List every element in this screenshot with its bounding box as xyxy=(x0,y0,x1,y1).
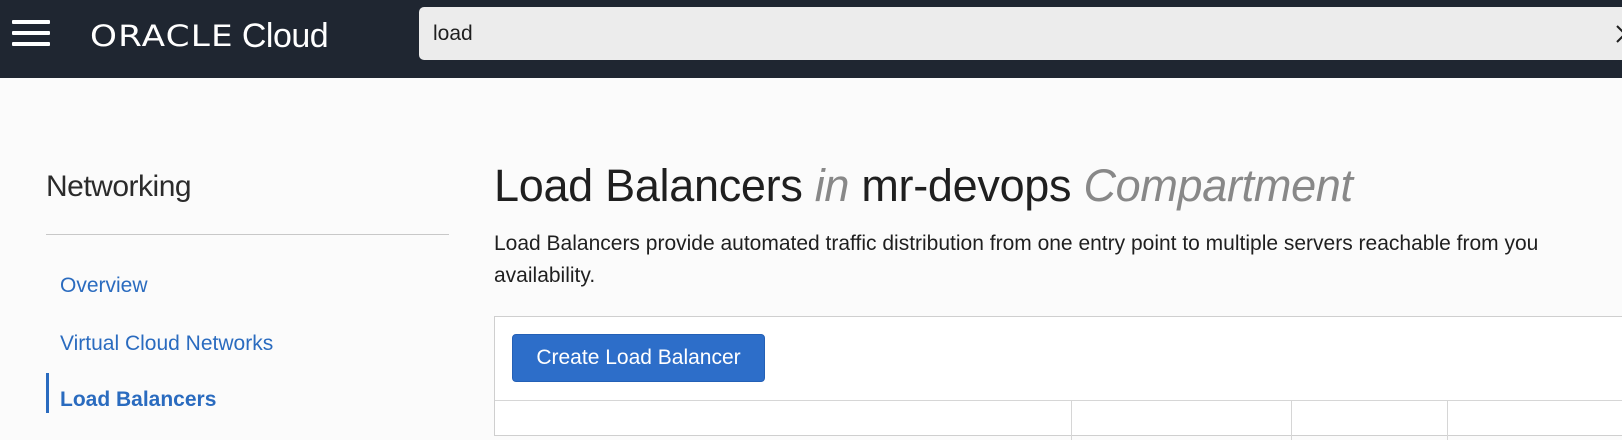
menu-icon-line xyxy=(12,20,50,24)
logo-wordmark-oracle: ORACLE xyxy=(90,19,234,53)
sidebar-item-load-balancers[interactable]: Load Balancers xyxy=(60,388,216,412)
close-icon[interactable] xyxy=(1614,23,1622,45)
page-title: Load Balancers in mr-devops Compartment xyxy=(494,160,1353,212)
page-title-connector: in xyxy=(814,160,850,211)
table-column-separator xyxy=(1291,400,1292,440)
page-title-resource: Load Balancers xyxy=(494,160,803,211)
sidebar-item-overview[interactable]: Overview xyxy=(60,274,148,298)
menu-icon[interactable] xyxy=(12,20,50,46)
sidebar-active-indicator xyxy=(46,373,49,413)
page-description-line2: availability. xyxy=(494,264,596,287)
page-title-compartment-label: Compartment xyxy=(1083,160,1353,211)
table-header-divider xyxy=(495,400,1622,401)
load-balancers-panel: Create Load Balancer xyxy=(494,316,1622,440)
page-description: Load Balancers provide automated traffic… xyxy=(494,228,1622,292)
create-load-balancer-button[interactable]: Create Load Balancer xyxy=(512,334,765,382)
sidebar-title: Networking xyxy=(46,170,192,203)
top-navigation-bar: ORACLE Cloud xyxy=(0,0,1622,78)
sidebar-divider xyxy=(46,234,449,235)
menu-icon-line xyxy=(12,31,50,35)
oracle-cloud-logo[interactable]: ORACLE Cloud xyxy=(90,14,329,58)
menu-icon-line xyxy=(12,42,50,46)
logo-wordmark-cloud: Cloud xyxy=(241,16,329,55)
page-description-line1: Load Balancers provide automated traffic… xyxy=(494,232,1539,255)
table-column-separator xyxy=(1447,400,1448,440)
page-title-compartment: mr-devops xyxy=(861,160,1072,211)
search-input[interactable] xyxy=(433,7,1533,60)
sidebar-item-virtual-cloud-networks[interactable]: Virtual Cloud Networks xyxy=(60,332,273,356)
table-column-separator xyxy=(1071,400,1072,440)
search-box xyxy=(419,7,1622,60)
